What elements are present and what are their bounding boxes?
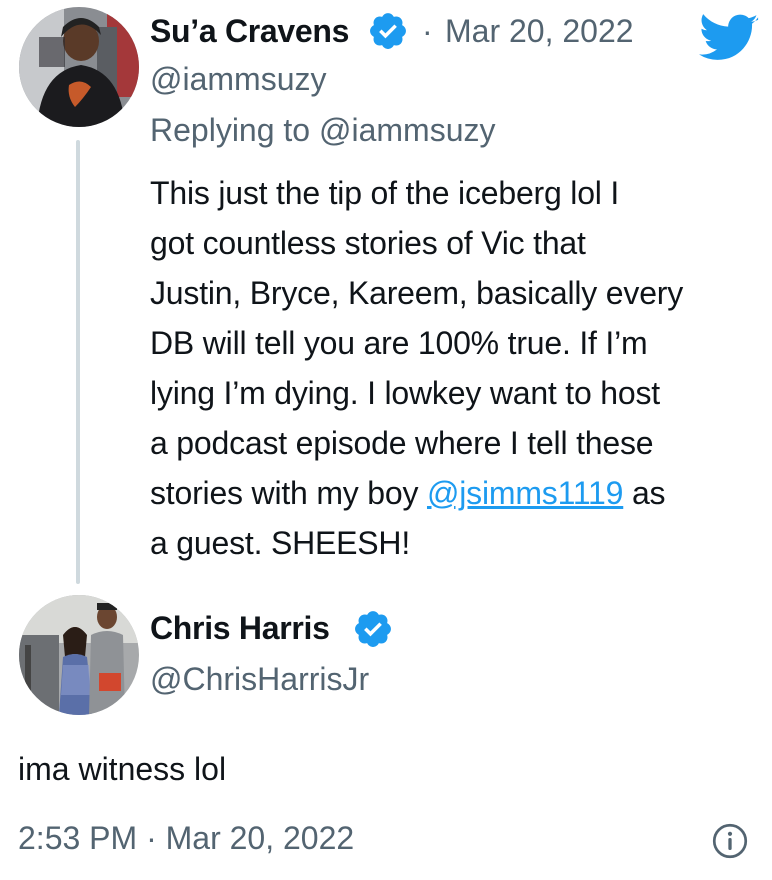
separator-dot: · (422, 13, 433, 49)
replying-to-handle[interactable]: @iammsuzy (319, 112, 496, 148)
replying-to: Replying to @iammsuzy (150, 111, 495, 149)
tweet-text-line: got countless stories of Vic that (150, 225, 586, 261)
avatar-chris-harris[interactable] (19, 595, 139, 715)
user-handle[interactable]: @iammsuzy (150, 60, 327, 98)
tweet-body: ima witness lol (18, 751, 227, 787)
thread-connector-line (76, 140, 80, 584)
tweet-date[interactable]: Mar 20, 2022 (445, 12, 634, 50)
user-handle[interactable]: @ChrisHarrisJr (150, 660, 369, 698)
mention-link[interactable]: @jsimms1119 (427, 475, 623, 511)
tweet-text-line: lying I’m dying. I lowkey want to host (150, 375, 660, 411)
tweet-text-line: Justin, Bryce, Kareem, basically every (150, 275, 684, 311)
tweet-body: This just the tip of the iceberg lol I g… (150, 168, 762, 568)
tweet-text-segment: stories with my boy (150, 475, 427, 511)
replying-to-label: Replying to (150, 112, 311, 148)
tweet-text-line: a guest. SHEESH! (150, 525, 411, 561)
tweet-text-line: This just the tip of the iceberg lol I (150, 175, 620, 211)
info-icon[interactable] (712, 823, 748, 859)
tweet-timestamp[interactable]: 2:53 PM · Mar 20, 2022 (18, 818, 354, 858)
display-name[interactable]: Chris Harris (150, 609, 330, 647)
tweet-text-line: stories with my boy @jsimms1119 as (150, 468, 762, 518)
tweet-text-segment: as (623, 475, 666, 511)
verified-badge-icon (355, 611, 391, 647)
display-name[interactable]: Su’a Cravens (150, 12, 349, 50)
avatar-sua-cravens[interactable] (19, 7, 139, 127)
verified-badge-icon (370, 13, 406, 49)
tweet-text-line: a podcast episode where I tell these (150, 425, 654, 461)
tweet-text-line: DB will tell you are 100% true. If I’m (150, 325, 648, 361)
twitter-bird-icon[interactable] (698, 14, 760, 64)
